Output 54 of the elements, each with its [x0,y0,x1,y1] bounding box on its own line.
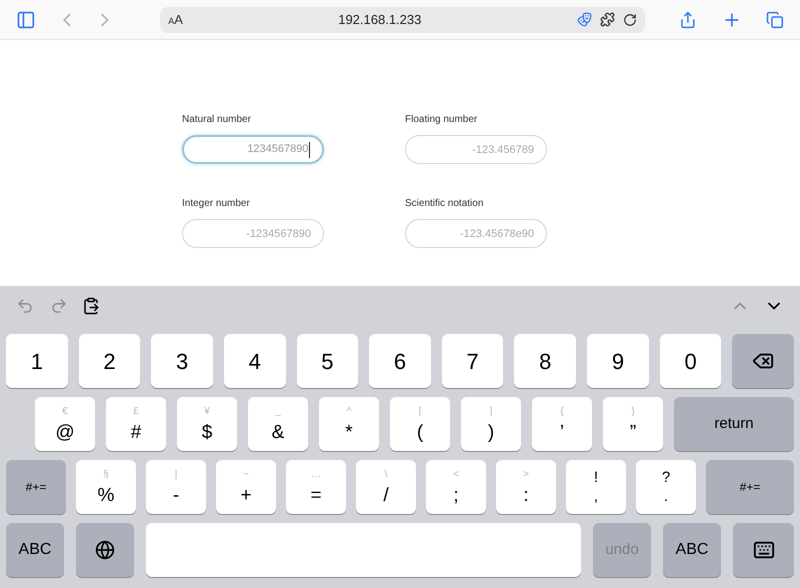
field-label: Natural number [182,113,252,127]
keyboard-key[interactable]: ~ + [216,460,276,514]
paste-icon[interactable] [82,297,100,315]
abc-key[interactable]: ABC [6,523,64,577]
keyboard-key[interactable]: € @ [35,397,95,451]
field-label: Scientific notation [405,197,484,211]
tabs-icon[interactable] [766,10,784,28]
symbols-key[interactable]: #+= [6,460,66,514]
keyboard-key[interactable]: ] ) [461,397,521,451]
number-field[interactable]: -1234567890 [182,219,324,248]
keyboard-key[interactable]: 3 [151,334,213,388]
sidebar-icon[interactable] [16,10,36,30]
keyboard-key[interactable]: | - [146,460,206,514]
hide-keyboard-key[interactable] [733,523,794,577]
keyboard-key[interactable]: 7 [442,334,504,388]
keyboard-key[interactable]: 1 [6,334,68,388]
text-cursor [308,142,310,158]
number-field[interactable]: -123.456789 [405,135,547,164]
url-text: 192.168.1.233 [337,10,422,29]
keyboard-key[interactable]: < ; [426,460,486,514]
field-label: Integer number [182,197,251,211]
keyboard-key[interactable]: } ” [603,397,663,451]
address-bar[interactable]: AA 192.168.1.233 [160,6,645,32]
keyboard-key[interactable]: ¥ $ [177,397,237,451]
keyboard-key[interactable]: 6 [369,334,431,388]
keyboard-key[interactable]: 9 [587,334,649,388]
text-size-button[interactable]: AA [168,10,183,30]
keyboard-key[interactable]: £ # [106,397,166,451]
keyboard-icon [752,539,774,561]
keyboard-key[interactable]: { ’ [532,397,592,451]
keyboard-key[interactable]: 4 [224,334,286,388]
keyboard-key[interactable]: > : [496,460,556,514]
keyboard-key[interactable]: \ / [356,460,416,514]
reload-icon[interactable] [622,12,637,26]
field-label: Floating number [405,113,478,127]
share-icon[interactable] [678,10,696,28]
symbols-key[interactable]: #+= [706,460,794,514]
keyboard-key[interactable]: _ & [248,397,308,451]
keyboard-key[interactable]: … = [286,460,346,514]
delete-key[interactable] [732,334,794,388]
globe-key[interactable] [76,523,134,577]
keyboard-key[interactable]: 0 [660,334,722,388]
keyboard-key[interactable]: 5 [296,334,358,388]
abc-key[interactable]: ABC [663,523,721,577]
keyboard-key[interactable]: [ ( [390,397,450,451]
globe-icon [95,540,115,560]
keyboard-key[interactable]: ? . [636,460,696,514]
return-key[interactable]: return [674,397,794,451]
keyboard-key[interactable]: 2 [78,334,140,388]
number-field[interactable]: -123.45678e90 [405,219,547,248]
keyboard-key[interactable]: § % [76,460,136,514]
keyboard-key[interactable]: ! , [566,460,626,514]
keyboard-key[interactable]: 8 [514,334,576,388]
keyboard-key[interactable]: ^ * [319,397,379,451]
